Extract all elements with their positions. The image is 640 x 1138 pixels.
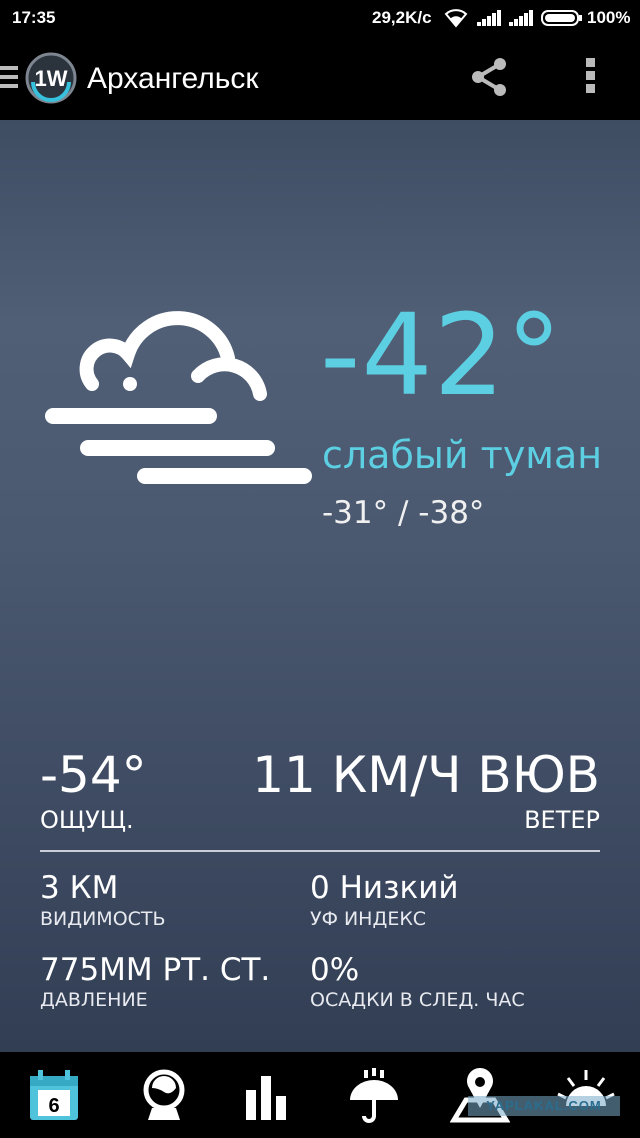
status-network-speed: 29,2K/c <box>372 8 432 27</box>
bottom-nav: 6 <box>0 1052 640 1138</box>
fog-cloud-icon <box>45 311 312 484</box>
visibility-value: 3 КМ <box>40 870 119 906</box>
feels-like-label: ОЩУЩ. <box>40 806 134 834</box>
svg-text:1W: 1W <box>35 66 68 91</box>
battery-icon <box>541 10 582 26</box>
share-icon[interactable] <box>468 56 510 98</box>
menu-icon[interactable] <box>0 66 18 92</box>
visibility-label: ВИДИМОСТЬ <box>40 908 166 930</box>
wind-value: 11 КМ/Ч ВЮВ <box>252 746 600 804</box>
signal-icon <box>509 10 533 26</box>
radar-globe-icon[interactable] <box>134 1066 194 1126</box>
current-temperature: -42° <box>320 291 563 421</box>
more-options-icon[interactable] <box>580 58 600 98</box>
wind-label: ВЕТЕР <box>524 806 600 834</box>
status-bar: 17:35 29,2K/c 100% <box>0 0 640 36</box>
precipitation-value: 0% <box>310 952 360 988</box>
precipitation-label: ОСАДКИ В СЛЕД. ЧАС <box>310 989 525 1011</box>
watermark: YAPLAKAL.COM <box>468 1096 620 1116</box>
high-low-temperature: -31° / -38° <box>322 495 485 531</box>
weather-main: -42° слабый туман -31° / -38° -54° ОЩУЩ.… <box>0 120 640 1052</box>
app-logo-icon[interactable]: 1W <box>25 52 77 104</box>
divider <box>40 850 600 852</box>
chart-icon[interactable] <box>236 1066 296 1126</box>
feels-like-value: -54° <box>40 746 147 804</box>
status-time: 17:35 <box>12 8 56 27</box>
battery-percent: 100% <box>587 8 631 27</box>
uv-index-label: УФ ИНДЕКС <box>310 908 427 930</box>
signal-icon <box>477 10 501 26</box>
app-bar: 1W Архангельск <box>0 36 640 120</box>
city-title[interactable]: Архангельск <box>87 62 259 96</box>
precipitation-umbrella-icon[interactable] <box>344 1066 404 1126</box>
weather-condition: слабый туман <box>322 433 603 477</box>
pressure-label: ДАВЛЕНИЕ <box>40 989 148 1011</box>
wifi-icon <box>444 9 468 28</box>
calendar-icon[interactable]: 6 <box>24 1066 84 1126</box>
uv-index-value: 0 Низкий <box>310 870 459 906</box>
pressure-value: 775ММ РТ. СТ. <box>40 952 271 988</box>
svg-text:6: 6 <box>48 1095 59 1117</box>
